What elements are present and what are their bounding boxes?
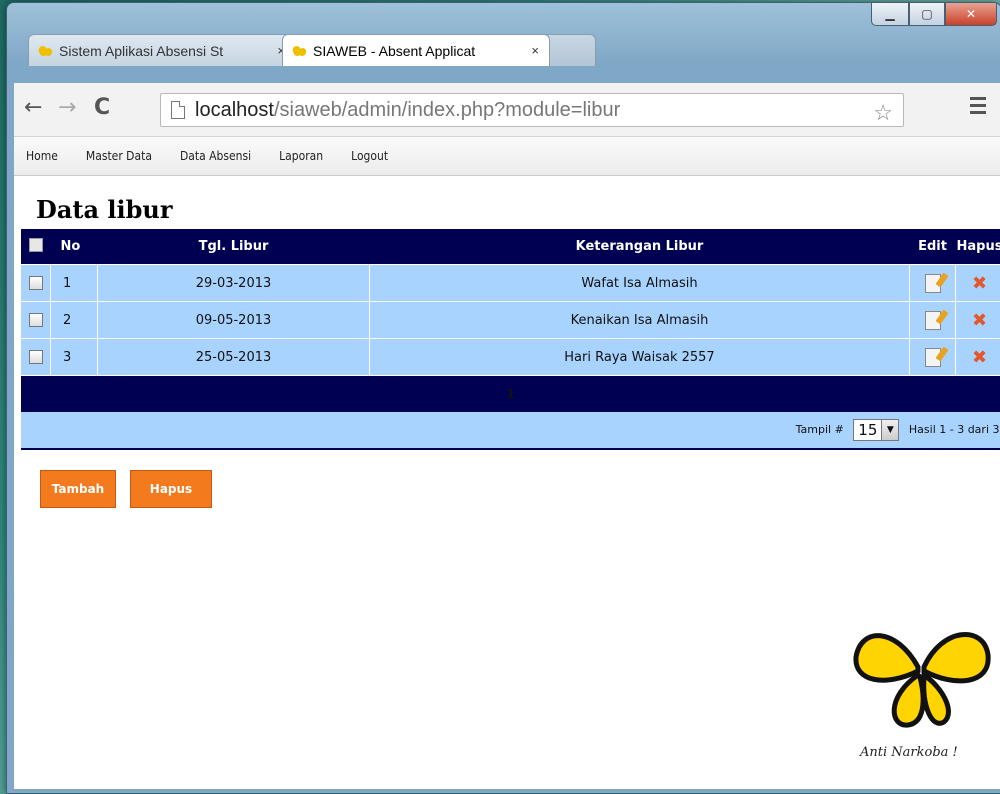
page-title: Data libur xyxy=(36,195,173,224)
menu-master-data[interactable]: Master Data xyxy=(86,149,152,163)
row-select xyxy=(20,301,51,339)
favicon-icon xyxy=(39,44,53,58)
page-content: Home Master Data Data Absensi Laporan Lo… xyxy=(14,137,1000,789)
bookmark-star-icon[interactable]: ☆ xyxy=(873,100,893,126)
tab-siaweb[interactable]: SIAWEB - Absent Applicat × xyxy=(282,34,550,66)
delete-pin-icon[interactable]: ✖ xyxy=(972,310,987,331)
forward-arrow-icon[interactable]: → xyxy=(58,95,76,120)
url-host: localhost xyxy=(195,98,274,121)
select-all-header xyxy=(20,229,51,265)
col-tgl: Tgl. Libur xyxy=(97,229,370,265)
maximize-button[interactable]: ▢ xyxy=(909,3,945,26)
cell-edit xyxy=(909,264,956,302)
col-keterangan: Keterangan Libur xyxy=(369,229,910,265)
top-menu: Home Master Data Data Absensi Laporan Lo… xyxy=(14,137,1000,176)
cell-keterangan: Wafat Isa Almasih xyxy=(369,264,910,302)
cell-edit xyxy=(909,338,956,376)
chevron-down-icon: ▼ xyxy=(881,420,899,440)
cell-tgl: 25-05-2013 xyxy=(97,338,370,376)
address-bar[interactable]: localhost /siaweb/admin/index.php?module… xyxy=(160,93,904,127)
close-window-button[interactable]: ✕ xyxy=(945,3,997,26)
cell-keterangan: Kenaikan Isa Almasih xyxy=(369,301,910,339)
delete-pin-icon[interactable]: ✖ xyxy=(972,347,987,368)
tab-title: Sistem Aplikasi Absensi St xyxy=(59,42,224,59)
cell-hapus: ✖ xyxy=(955,338,1000,376)
cell-tgl: 09-05-2013 xyxy=(97,301,370,339)
libur-table: No Tgl. Libur Keterangan Libur Edit Hapu… xyxy=(20,229,1000,450)
favicon-icon xyxy=(293,44,307,58)
menu-data-absensi[interactable]: Data Absensi xyxy=(180,149,251,163)
col-edit: Edit xyxy=(909,229,956,265)
cell-no: 2 xyxy=(50,301,98,339)
menu-laporan[interactable]: Laporan xyxy=(279,149,323,163)
pager-row: 1 xyxy=(20,375,1000,412)
delete-pin-icon[interactable]: ✖ xyxy=(972,273,987,294)
menu-home[interactable]: Home xyxy=(26,149,58,163)
tab-title: SIAWEB - Absent Applicat xyxy=(313,42,476,59)
cell-keterangan: Hari Raya Waisak 2557 xyxy=(369,338,910,376)
select-all-checkbox[interactable] xyxy=(28,237,43,252)
tampil-select[interactable]: 15 ▼ xyxy=(853,419,900,441)
table-row: 3 25-05-2013 Hari Raya Waisak 2557 ✖ xyxy=(20,338,1000,376)
tambah-button[interactable]: Tambah xyxy=(40,470,116,508)
footer-row: Tampil # 15 ▼ Hasil 1 - 3 dari 3 xyxy=(20,412,1000,450)
cell-no: 1 xyxy=(50,264,98,302)
table-row: 2 09-05-2013 Kenaikan Isa Almasih ✖ xyxy=(20,301,1000,339)
tab-sistem-aplikasi[interactable]: Sistem Aplikasi Absensi St × xyxy=(28,34,296,66)
browser-toolbar: ← → C localhost /siaweb/admin/index.php?… xyxy=(14,83,1000,137)
cell-no: 3 xyxy=(50,338,98,376)
window-controls: ▁ ▢ ✕ xyxy=(871,3,997,26)
tab-close-icon[interactable]: × xyxy=(531,43,539,58)
page-icon xyxy=(171,101,185,119)
back-arrow-icon[interactable]: ← xyxy=(24,95,42,120)
page-link[interactable]: 1 xyxy=(506,387,514,401)
row-checkbox[interactable] xyxy=(28,350,43,364)
row-checkbox[interactable] xyxy=(28,313,43,327)
table-row: 1 29-03-2013 Wafat Isa Almasih ✖ xyxy=(20,264,1000,302)
col-no: No xyxy=(50,229,98,265)
url-path: /siaweb/admin/index.php?module=libur xyxy=(273,98,621,121)
cell-edit xyxy=(909,301,956,339)
hasil-text: Hasil 1 - 3 dari 3 xyxy=(908,423,1000,436)
tampil-label: Tampil # xyxy=(795,423,844,436)
cell-hapus: ✖ xyxy=(955,301,1000,339)
chrome-menu-icon[interactable] xyxy=(970,97,986,118)
logo-text: Anti Narkoba ! xyxy=(860,745,958,760)
col-hapus: Hapus xyxy=(955,229,1000,265)
edit-icon[interactable] xyxy=(924,347,941,367)
edit-icon[interactable] xyxy=(924,310,941,330)
hapus-button[interactable]: Hapus xyxy=(130,470,212,508)
row-checkbox[interactable] xyxy=(28,276,43,290)
tab-strip: Sistem Aplikasi Absensi St × SIAWEB - Ab… xyxy=(28,34,596,66)
menu-logout[interactable]: Logout xyxy=(351,149,388,163)
minimize-button[interactable]: ▁ xyxy=(871,3,909,26)
edit-icon[interactable] xyxy=(924,273,941,293)
cell-tgl: 29-03-2013 xyxy=(97,264,370,302)
row-select xyxy=(20,264,51,302)
cell-hapus: ✖ xyxy=(955,264,1000,302)
reload-icon[interactable]: C xyxy=(94,95,110,120)
row-select xyxy=(20,338,51,376)
tampil-value: 15 xyxy=(858,421,878,439)
